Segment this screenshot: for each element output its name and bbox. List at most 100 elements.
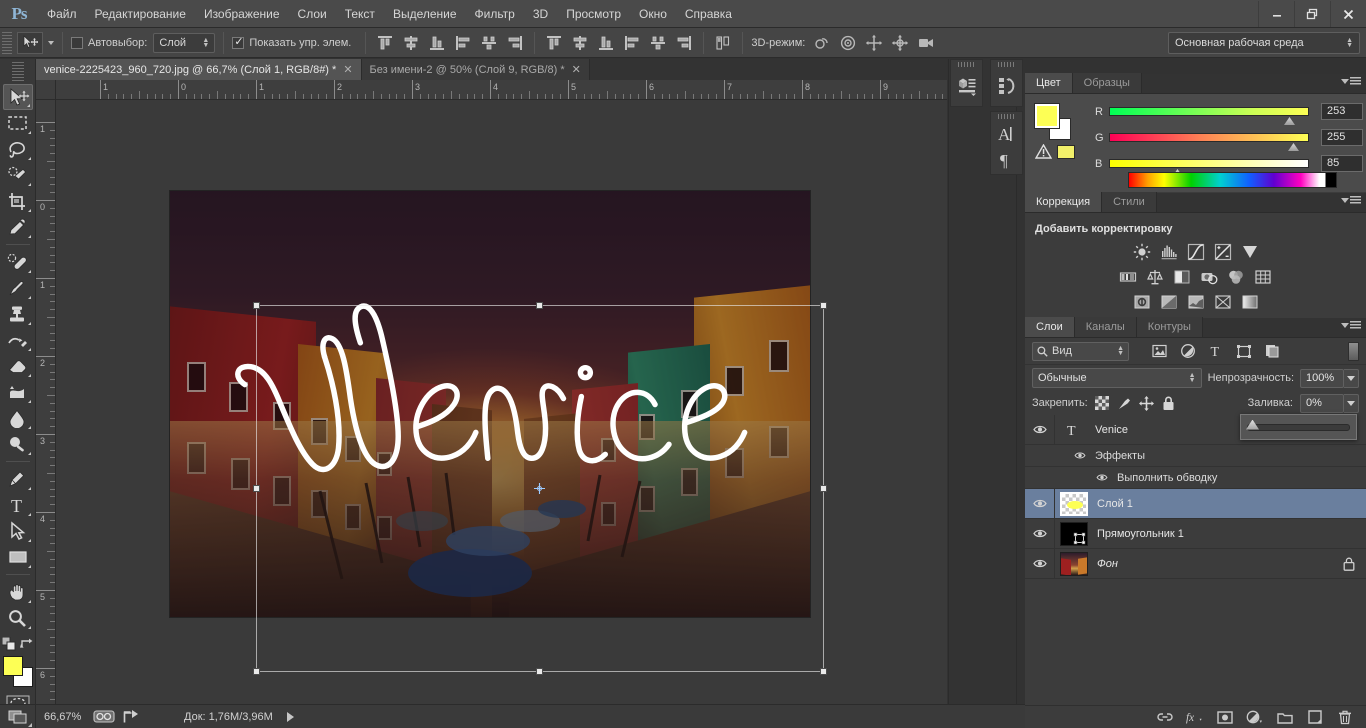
camera-raw-icon[interactable]	[92, 708, 116, 725]
slide-3d-object-icon[interactable]	[889, 32, 911, 54]
clone-stamp-tool-icon[interactable]	[3, 301, 33, 327]
layer-thumbnail-background[interactable]	[1060, 551, 1088, 576]
layer-row[interactable]: Прямоугольник 1	[1025, 518, 1366, 549]
color-value-g[interactable]: 255	[1321, 129, 1363, 146]
filter-type-icon[interactable]: T	[1207, 343, 1224, 360]
tool-preset-chevron-icon[interactable]	[48, 40, 54, 45]
pen-tool-icon[interactable]	[3, 466, 33, 492]
fill-dropdown-chevron-icon[interactable]	[1344, 393, 1359, 413]
black-white-icon[interactable]	[1172, 267, 1192, 287]
fill-slider-popup[interactable]	[1240, 414, 1357, 440]
autoselect-scope-select[interactable]: Слой ▲ ▼	[153, 32, 216, 53]
show-controls-checkbox[interactable]	[232, 35, 245, 49]
rotate-3d-object-icon[interactable]	[811, 32, 833, 54]
brightness-contrast-icon[interactable]	[1132, 242, 1152, 262]
hand-tool-icon[interactable]	[3, 579, 33, 605]
menu-filter[interactable]: Фильтр	[466, 0, 524, 28]
brush-tool-icon[interactable]	[3, 275, 33, 301]
ruler-corner[interactable]	[36, 80, 56, 100]
effect-visibility-eye-icon[interactable]	[1074, 451, 1086, 460]
foreground-color-swatch[interactable]	[2, 656, 23, 676]
color-spectrum-ramp[interactable]	[1128, 172, 1337, 188]
layer-effect-row[interactable]: Эффекты	[1025, 445, 1366, 467]
mini-bridge-icon[interactable]	[951, 69, 982, 103]
share-icon[interactable]	[120, 708, 144, 725]
layer-visibility-eye-icon[interactable]	[1025, 414, 1055, 445]
move-tool-icon[interactable]	[2, 84, 33, 110]
rectangular-marquee-tool-icon[interactable]	[3, 110, 33, 136]
layer-style-fx-icon[interactable]: fx	[1186, 709, 1203, 726]
new-adjustment-layer-icon[interactable]	[1246, 709, 1263, 726]
document-tab-1[interactable]: venice-2225423_960_720.jpg @ 66,7% (Слой…	[36, 59, 362, 80]
layer-thumbnail-shape[interactable]	[1060, 521, 1088, 546]
transform-handle-bottom-center[interactable]	[536, 668, 543, 675]
history-panel-icon[interactable]	[991, 69, 1022, 103]
menu-select[interactable]: Выделение	[384, 0, 466, 28]
new-layer-icon[interactable]	[1306, 709, 1323, 726]
venice-text-layer[interactable]	[221, 280, 759, 527]
transform-handle-bottom-right[interactable]	[820, 668, 827, 675]
vertical-ruler[interactable]: 1 0 1 2 3 4 5 6	[36, 100, 56, 704]
fill-value[interactable]: 0%	[1300, 393, 1344, 413]
horizontal-type-tool-icon[interactable]: T	[3, 492, 33, 518]
path-selection-tool-icon[interactable]	[3, 518, 33, 544]
color-balance-icon[interactable]	[1145, 267, 1165, 287]
effect-visibility-eye-icon[interactable]	[1096, 473, 1108, 482]
dock-grip[interactable]	[991, 60, 1022, 69]
menu-3d[interactable]: 3D	[524, 0, 557, 28]
align-top-edges-icon[interactable]	[374, 32, 396, 54]
menu-layers[interactable]: Слои	[289, 0, 336, 28]
transform-handle-top-right[interactable]	[820, 302, 827, 309]
crop-tool-icon[interactable]	[3, 188, 33, 214]
zoom-tool-icon[interactable]	[3, 605, 33, 631]
panel-tab-образцы[interactable]: Образцы	[1072, 73, 1142, 93]
status-expand-arrow-icon[interactable]	[286, 711, 294, 722]
layer-visibility-eye-icon[interactable]	[1025, 488, 1055, 519]
swap-colors-icon[interactable]	[19, 637, 34, 651]
threshold-icon[interactable]	[1186, 292, 1206, 312]
panel-tab-стили[interactable]: Стили	[1102, 192, 1157, 212]
layer-row[interactable]: Слой 1	[1025, 488, 1366, 519]
fill-slider-thumb[interactable]	[1246, 419, 1259, 430]
panel-tab-коррекция[interactable]: Коррекция	[1025, 192, 1103, 212]
auto-align-layers-icon[interactable]	[712, 32, 734, 54]
vibrance-icon[interactable]	[1240, 242, 1260, 262]
gradient-tool-icon[interactable]	[3, 379, 33, 405]
layer-visibility-eye-icon[interactable]	[1025, 548, 1055, 579]
align-left-edges-icon[interactable]	[452, 32, 474, 54]
lock-all-icon[interactable]	[1161, 396, 1176, 411]
distribute-horizontal-centers-icon[interactable]	[647, 32, 669, 54]
character-panel-icon[interactable]: A	[991, 121, 1022, 147]
panel-tab-цвет[interactable]: Цвет	[1025, 73, 1073, 93]
menu-edit[interactable]: Редактирование	[86, 0, 195, 28]
filter-shape-icon[interactable]	[1235, 343, 1252, 360]
status-zoom-level[interactable]: 66,67%	[36, 711, 92, 723]
options-bar-grip[interactable]	[2, 31, 12, 54]
distribute-left-edges-icon[interactable]	[621, 32, 643, 54]
panel-menu-icon[interactable]	[1341, 196, 1361, 205]
align-bottom-edges-icon[interactable]	[426, 32, 448, 54]
hue-saturation-icon[interactable]	[1118, 267, 1138, 287]
minimize-button[interactable]	[1258, 1, 1294, 27]
dock-grip[interactable]	[991, 112, 1022, 121]
filter-pixel-icon[interactable]	[1151, 343, 1168, 360]
roll-3d-object-icon[interactable]	[837, 32, 859, 54]
blend-mode-select[interactable]: Обычные ▲ ▼	[1032, 368, 1202, 388]
levels-icon[interactable]	[1159, 242, 1179, 262]
gradient-map-icon[interactable]	[1213, 292, 1233, 312]
close-icon[interactable]: ✕	[572, 63, 581, 76]
menu-help[interactable]: Справка	[676, 0, 741, 28]
menu-view[interactable]: Просмотр	[557, 0, 630, 28]
selective-color-icon[interactable]	[1240, 292, 1260, 312]
color-lookup-icon[interactable]	[1253, 267, 1273, 287]
rectangle-tool-icon[interactable]	[3, 544, 33, 570]
filter-power-toggle-icon[interactable]	[1348, 341, 1359, 361]
default-colors-icon[interactable]	[1, 637, 16, 651]
link-layers-icon[interactable]	[1156, 709, 1173, 726]
posterize-icon[interactable]	[1159, 292, 1179, 312]
panel-tab-каналы[interactable]: Каналы	[1074, 317, 1137, 337]
layer-visibility-eye-icon[interactable]	[1025, 518, 1055, 549]
transform-handle-bottom-left[interactable]	[253, 668, 260, 675]
color-value-b[interactable]: 85	[1321, 155, 1363, 172]
lock-transparent-pixels-icon[interactable]	[1095, 396, 1110, 411]
